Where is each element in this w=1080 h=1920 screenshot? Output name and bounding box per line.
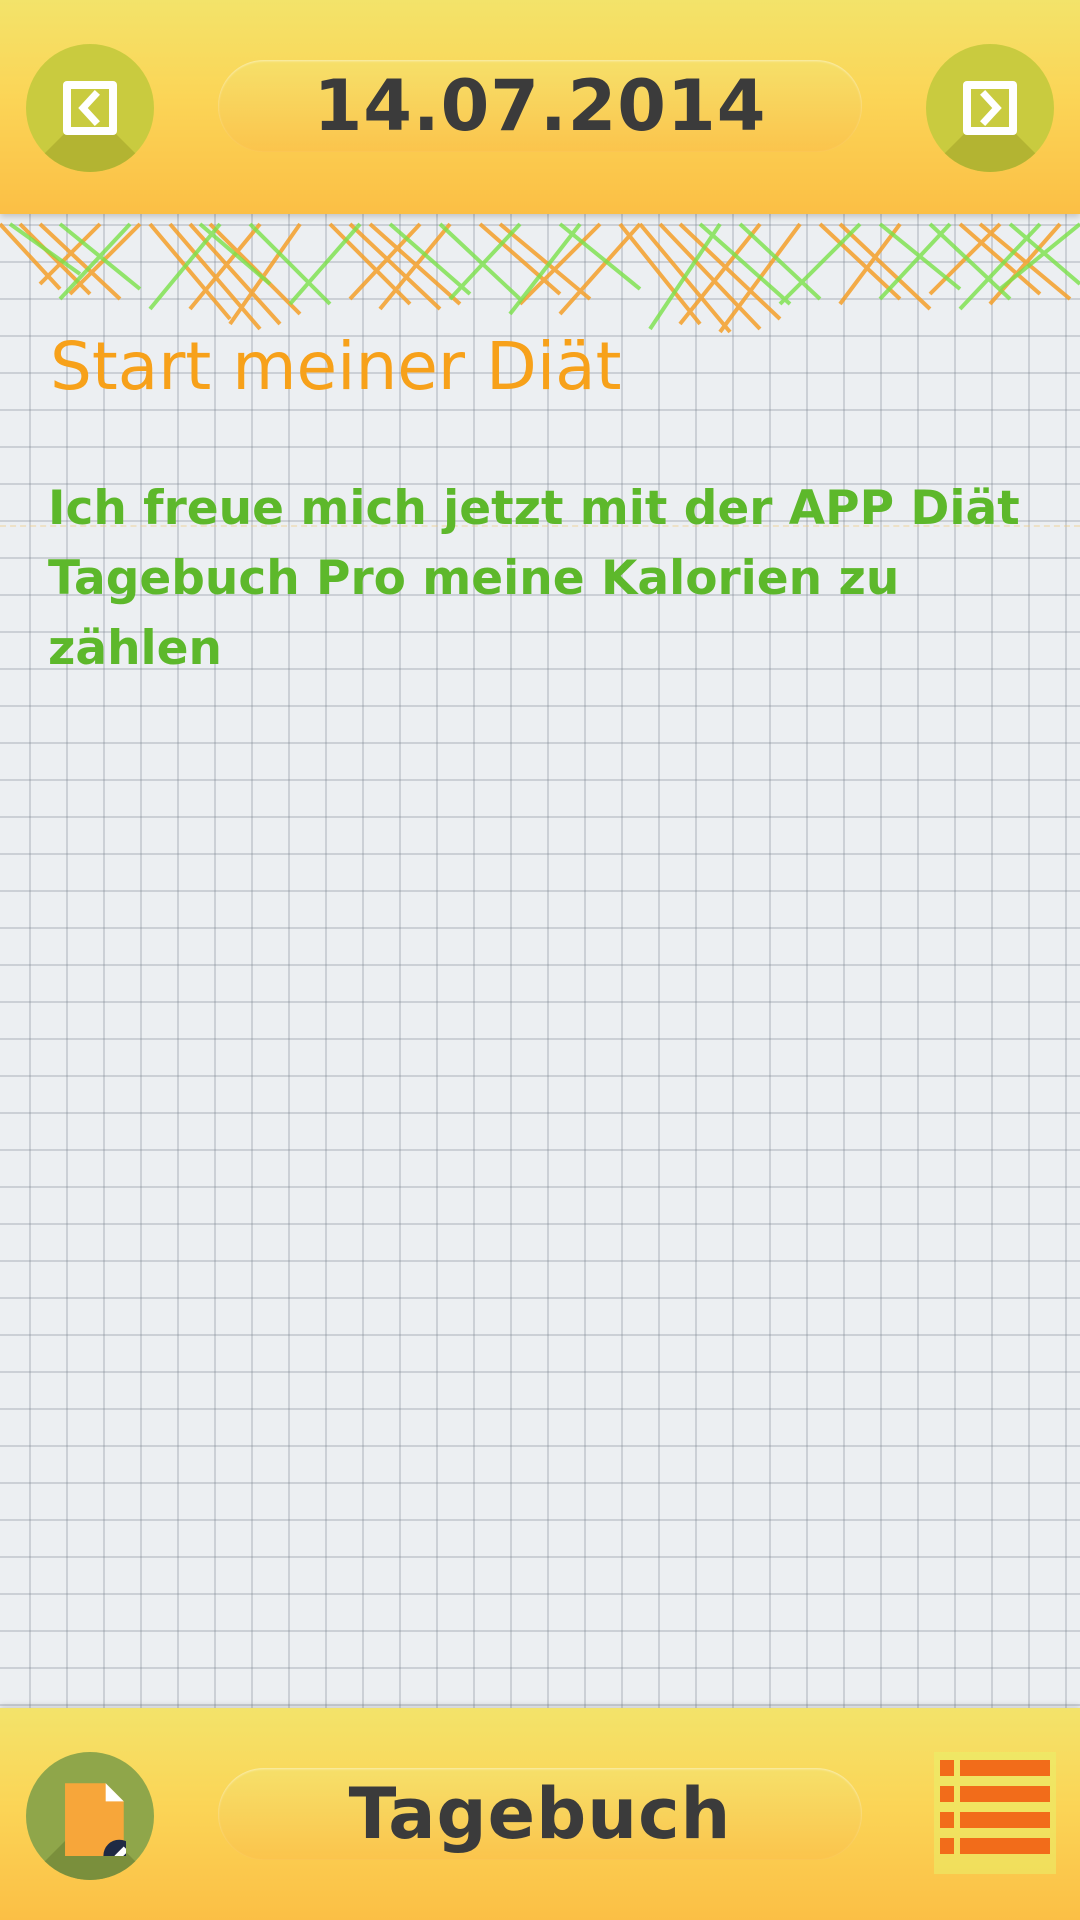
date-label: 14.07.2014 bbox=[313, 65, 767, 147]
bottom-bar: Tagebuch bbox=[0, 1708, 1080, 1920]
section-label: Tagebuch bbox=[348, 1773, 732, 1855]
list-icon[interactable] bbox=[934, 1752, 1056, 1874]
entry-title: Start meiner Diät bbox=[50, 328, 622, 405]
edit-note-icon bbox=[65, 1783, 126, 1856]
chevron-right-icon bbox=[963, 81, 1017, 135]
decorative-scribble bbox=[0, 222, 1080, 334]
section-title: Tagebuch bbox=[218, 1768, 862, 1860]
entry-text: Ich freue mich jetzt mit der APP Diät Ta… bbox=[48, 481, 1020, 676]
notebook-paper bbox=[0, 214, 1080, 1708]
edit-entry-button[interactable] bbox=[26, 1752, 154, 1880]
chevron-left-icon bbox=[63, 81, 117, 135]
date-display[interactable]: 14.07.2014 bbox=[218, 60, 862, 152]
top-bar: 14.07.2014 bbox=[0, 0, 1080, 214]
prev-day-button[interactable] bbox=[26, 44, 154, 172]
next-day-button[interactable] bbox=[926, 44, 1054, 172]
